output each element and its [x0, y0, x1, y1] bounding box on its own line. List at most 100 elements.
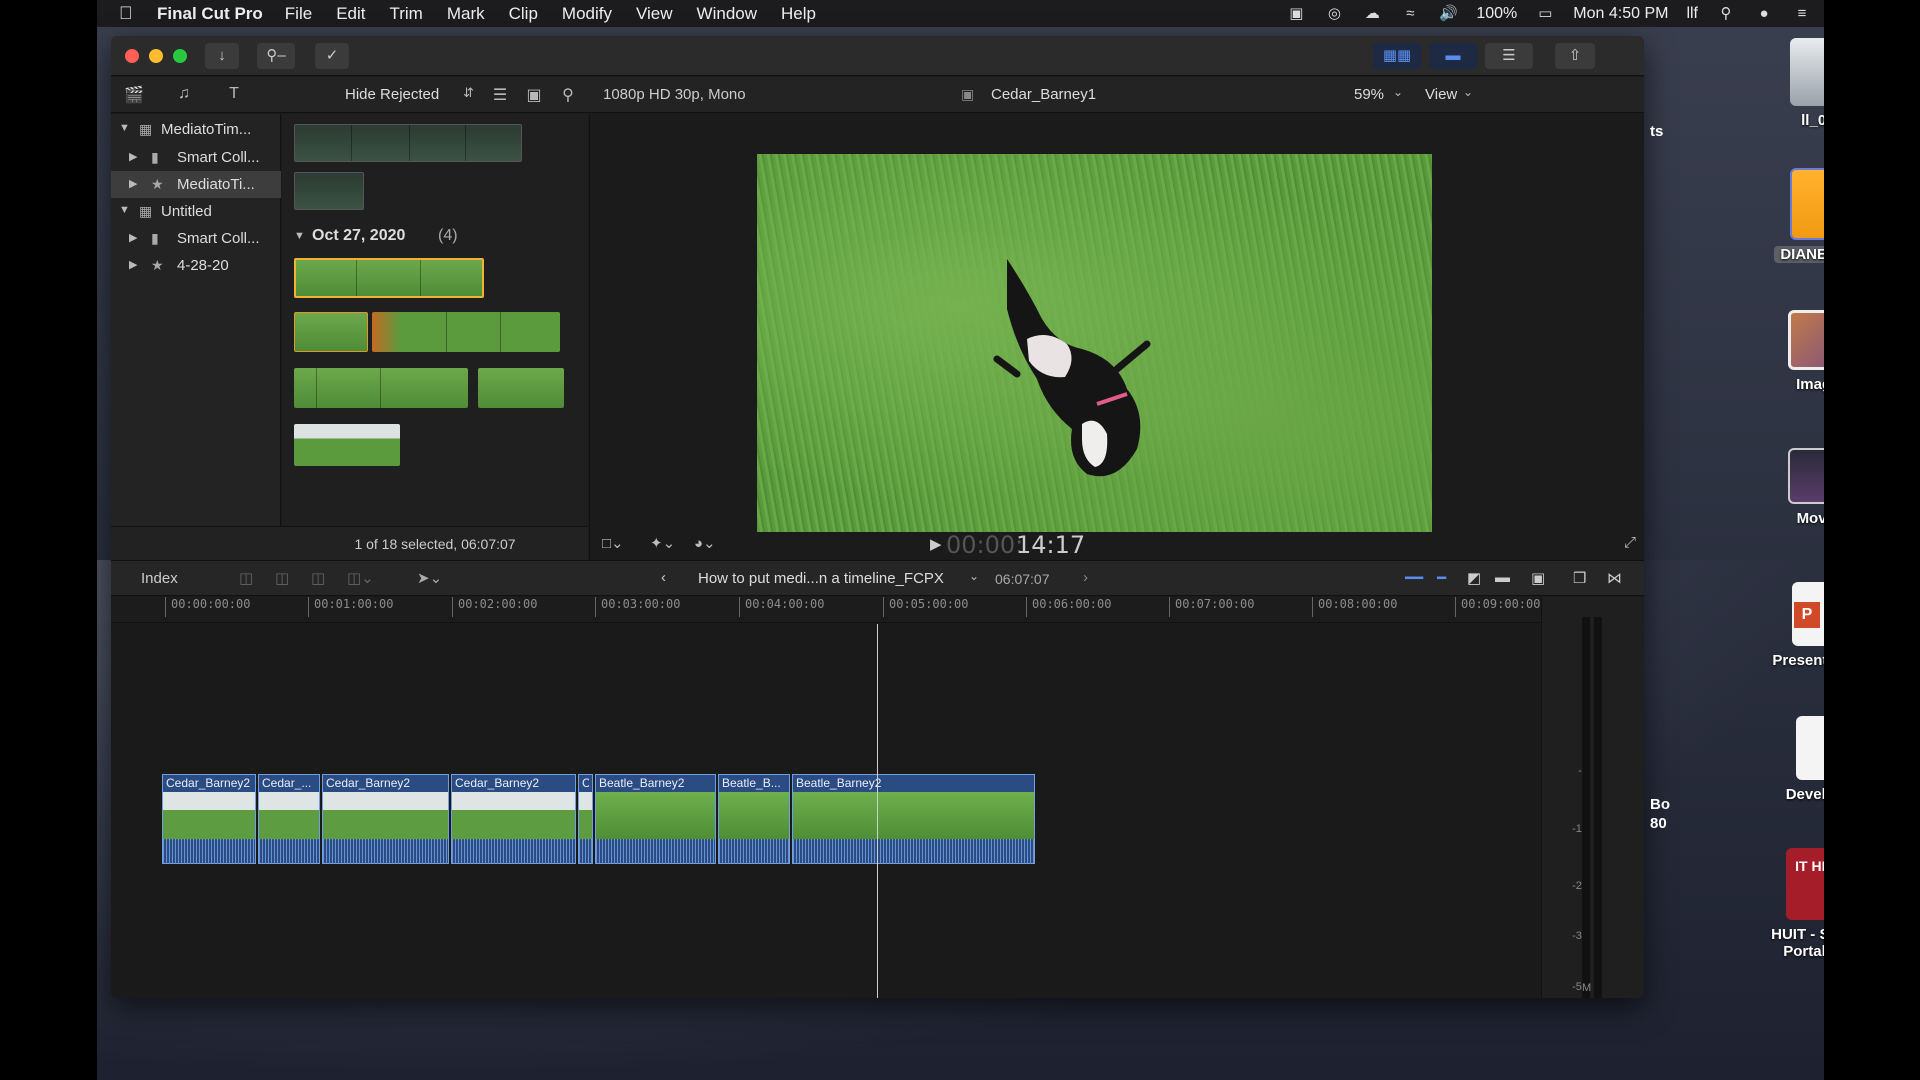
- browser-clip[interactable]: [294, 424, 400, 466]
- connect-clip-icon[interactable]: ◫: [239, 569, 253, 587]
- retime-speed-icon[interactable]: ◕⌄: [694, 534, 716, 552]
- disclosure-closed-icon[interactable]: ▶: [129, 177, 137, 190]
- insert-clip-icon[interactable]: ◫: [275, 569, 289, 587]
- clip-appearance-icon[interactable]: ☰: [489, 85, 511, 105]
- creative-cloud-icon[interactable]: ☁: [1362, 5, 1382, 23]
- effects-browser-icon[interactable]: ❒: [1573, 569, 1586, 587]
- menu-trim[interactable]: Trim: [389, 4, 422, 24]
- desktop-icon-diane[interactable]: DIANE_1TB: [1737, 168, 1824, 264]
- menu-mark[interactable]: Mark: [447, 4, 485, 24]
- close-window-button[interactable]: [125, 49, 139, 63]
- history-forward-icon[interactable]: ›: [1083, 569, 1088, 586]
- solo-headphones-icon[interactable]: ◩: [1467, 569, 1481, 587]
- hide-rejected-filter[interactable]: Hide Rejected: [345, 86, 439, 103]
- share-icon[interactable]: ⇧: [1555, 43, 1595, 69]
- enhance-wand-icon[interactable]: ✦⌄: [650, 534, 675, 552]
- snapping-icon[interactable]: ▬: [1495, 569, 1510, 586]
- screen-record-icon[interactable]: ▣: [1286, 5, 1306, 23]
- disclosure-closed-icon[interactable]: ▶: [129, 150, 137, 163]
- siri-icon[interactable]: ●: [1754, 5, 1774, 23]
- timeline-clip[interactable]: Cedar_Barney2: [451, 774, 576, 864]
- keyboard-input[interactable]: llf: [1686, 5, 1698, 23]
- battery-icon[interactable]: ▭: [1535, 5, 1555, 23]
- browser-clip[interactable]: [372, 312, 560, 352]
- menu-clip[interactable]: Clip: [509, 4, 538, 24]
- browser-clip[interactable]: [294, 172, 364, 210]
- smart-collection-row[interactable]: ▶ ▮ Smart Coll...: [111, 225, 281, 252]
- timeline-clip[interactable]: Cedar_Barney2: [162, 774, 256, 864]
- notification-center-icon[interactable]: ≡: [1792, 5, 1812, 23]
- import-download-icon[interactable]: ↓: [205, 43, 239, 69]
- playhead[interactable]: [877, 624, 878, 998]
- timeline-clip[interactable]: Beatle_Barney2: [792, 774, 1035, 864]
- disclosure-closed-icon[interactable]: ▶: [129, 258, 137, 271]
- timeline-ruler[interactable]: 00:00:00:00 00:01:00:00 00:02:00:00 00:0…: [111, 597, 1541, 623]
- minimize-window-button[interactable]: [149, 49, 163, 63]
- clock[interactable]: Mon 4:50 PM: [1573, 5, 1668, 23]
- play-icon[interactable]: ▶: [930, 535, 942, 553]
- zoom-window-button[interactable]: [173, 49, 187, 63]
- timeline-layout-icon[interactable]: ▬: [1429, 43, 1477, 69]
- wifi-icon[interactable]: ≈: [1400, 5, 1420, 23]
- target-icon[interactable]: ◎: [1324, 5, 1344, 23]
- titles-generators-icon[interactable]: T: [223, 85, 245, 105]
- disclosure-open-icon[interactable]: ▼: [119, 204, 130, 216]
- filter-chevron-icon[interactable]: ⇵: [463, 85, 474, 101]
- smart-collection-row[interactable]: ▶ ▮ Smart Coll...: [111, 144, 281, 171]
- desktop-icon-developer[interactable]: Developer: [1737, 716, 1824, 803]
- timeline-clip[interactable]: Beatle_B...: [718, 774, 790, 864]
- search-icon[interactable]: ⚲: [557, 85, 579, 105]
- history-back-icon[interactable]: ‹: [661, 569, 666, 586]
- project-chevron-down-icon[interactable]: ⌄: [969, 569, 979, 583]
- event-row-selected[interactable]: ▶ ★ MediatoTi...: [111, 171, 281, 198]
- timeline-clip[interactable]: Beatle_Barney2: [595, 774, 716, 864]
- skimming-icon[interactable]: ━━: [1405, 569, 1423, 587]
- view-menu[interactable]: View: [1425, 86, 1457, 103]
- disclosure-open-icon[interactable]: ▼: [119, 122, 130, 134]
- index-button[interactable]: Index: [141, 570, 178, 587]
- timeline-area[interactable]: Cedar_Barney2 Cedar_... Cedar_Barney2 Ce…: [111, 624, 1541, 998]
- audio-skimming-icon[interactable]: ━: [1437, 569, 1446, 587]
- overwrite-clip-icon[interactable]: ◫⌄: [347, 569, 374, 587]
- timeline-clip[interactable]: Cedar_Barney2: [322, 774, 449, 864]
- browser-clip-selected[interactable]: [294, 258, 484, 298]
- menu-help[interactable]: Help: [781, 4, 816, 24]
- fullscreen-icon[interactable]: ⤢: [1624, 534, 1636, 551]
- transform-icon[interactable]: □⌄: [602, 534, 624, 552]
- zoom-chevron-down-icon[interactable]: ⌄: [1393, 85, 1403, 99]
- select-tool-arrow-icon[interactable]: ➤⌄: [417, 569, 442, 587]
- desktop-icon-hdd[interactable]: ll_022: [1737, 38, 1824, 129]
- timeline-clip[interactable]: Cedar_...: [258, 774, 320, 864]
- project-name[interactable]: How to put medi...n a timeline_FCPX: [698, 570, 944, 587]
- clip-appearance-icon[interactable]: ▣: [1531, 569, 1545, 587]
- library-row[interactable]: ▼ ▦ MediatoTim...: [111, 116, 281, 143]
- libraries-icon[interactable]: 🎬: [123, 85, 145, 105]
- disclosure-open-icon[interactable]: ▼: [294, 230, 305, 242]
- event-row[interactable]: ▶ ★ 4-28-20: [111, 252, 281, 279]
- background-tasks-check-icon[interactable]: ✓: [315, 43, 349, 69]
- desktop-icon-images[interactable]: Images: [1737, 310, 1824, 393]
- transitions-browser-icon[interactable]: ⋈: [1607, 569, 1622, 587]
- libraries-layout-icon[interactable]: ▦▦: [1373, 43, 1421, 69]
- menu-modify[interactable]: Modify: [562, 4, 612, 24]
- photos-audio-icon[interactable]: ♫: [173, 85, 195, 105]
- spotlight-search-icon[interactable]: ⚲: [1716, 5, 1736, 23]
- menu-window[interactable]: Window: [697, 4, 757, 24]
- menu-edit[interactable]: Edit: [336, 4, 365, 24]
- zoom-level[interactable]: 59%: [1354, 86, 1384, 103]
- desktop-icon-presentations[interactable]: P Presentations: [1737, 582, 1824, 669]
- timeline-clip[interactable]: C: [578, 774, 593, 864]
- filmstrip-icon[interactable]: ▣: [523, 85, 545, 105]
- disclosure-closed-icon[interactable]: ▶: [129, 231, 137, 244]
- browser-clip[interactable]: [294, 124, 522, 162]
- desktop-icon-movies[interactable]: Movies: [1737, 448, 1824, 527]
- browser-clip[interactable]: [294, 368, 468, 408]
- menu-view[interactable]: View: [636, 4, 673, 24]
- append-clip-icon[interactable]: ◫: [311, 569, 325, 587]
- apple-menu-icon[interactable]: : [119, 3, 139, 24]
- browser-clip[interactable]: [294, 312, 368, 352]
- desktop-icon-huit[interactable]: IT HELP HUIT - Service Portal.URL: [1737, 848, 1824, 960]
- inspector-sliders-icon[interactable]: ☰: [1485, 43, 1533, 69]
- view-chevron-down-icon[interactable]: ⌄: [1463, 85, 1473, 99]
- keywords-key-icon[interactable]: ⚲–: [257, 43, 295, 69]
